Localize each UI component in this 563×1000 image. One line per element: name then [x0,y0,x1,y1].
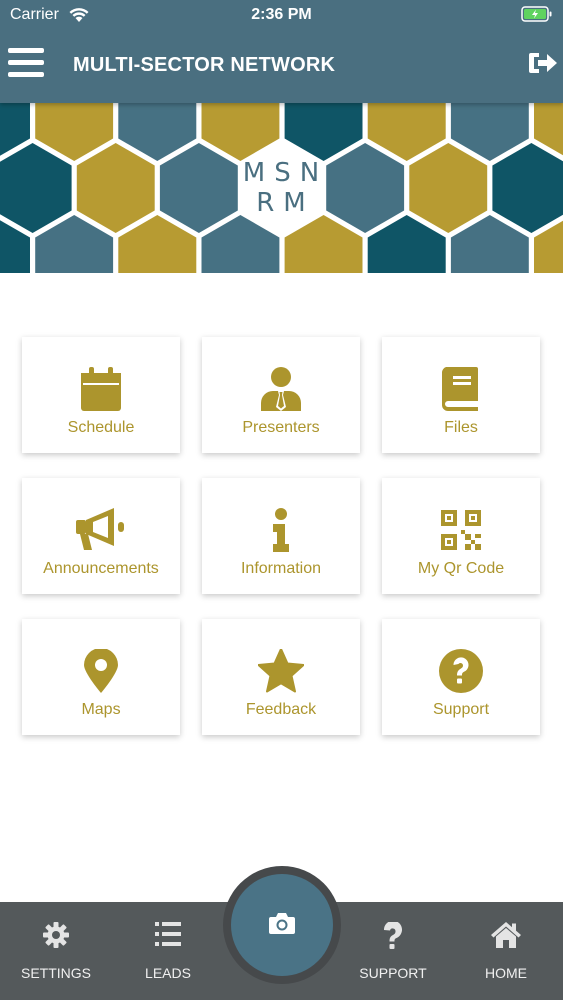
hexagon-banner: MSN RM [0,103,563,273]
tab-label: LEADS [145,965,191,981]
feedback-tile[interactable]: Feedback [202,619,360,735]
map-marker-icon [22,647,180,695]
banner-hexagon [76,143,155,233]
tile-label: Files [444,419,478,436]
list-icon [112,922,224,952]
info-icon [202,506,360,554]
banner-logo: MSN RM [234,158,328,218]
support-tile[interactable]: Support [382,619,540,735]
camera-button[interactable] [231,874,333,976]
app-screen: Carrier 2:36 PM MULTI-SECTOR NETWORK MSN… [0,0,563,1000]
gear-icon [0,922,112,952]
user-tie-icon [202,365,360,413]
camera-icon [269,912,295,939]
qr-code-icon [382,506,540,554]
my-qr-code-tile[interactable]: My Qr Code [382,478,540,594]
banner-hexagon [0,143,72,233]
schedule-tile[interactable]: Schedule [22,337,180,453]
calendar-icon [22,365,180,413]
star-icon [202,647,360,695]
tile-label: Support [432,701,490,718]
banner-hexagon [409,143,488,233]
question-circle-icon [382,647,540,695]
hamburger-menu-icon[interactable] [8,48,44,78]
tile-label: Maps [81,701,121,718]
page-title: MULTI-SECTOR NETWORK [73,54,336,76]
tile-label: Schedule [67,419,135,436]
book-icon [382,365,540,413]
megaphone-icon [22,506,180,554]
question-icon [337,922,449,952]
banner-hexagon [159,143,238,233]
announcements-tile[interactable]: Announcements [22,478,180,594]
sign-out-icon[interactable] [529,50,559,80]
logo-line-2: RM [256,188,315,218]
clock: 2:36 PM [251,6,312,23]
information-tile[interactable]: Information [202,478,360,594]
status-bar: Carrier 2:36 PM [0,0,563,30]
tile-label: Feedback [245,701,317,718]
tab-label: HOME [485,965,527,981]
tab-leads[interactable]: LEADS [112,902,224,1000]
app-header: MULTI-SECTOR NETWORK [0,30,563,103]
tab-label: SETTINGS [20,965,91,981]
tab-support[interactable]: SUPPORT [337,902,449,1000]
presenters-tile[interactable]: Presenters [202,337,360,453]
logo-line-1: MSN [242,158,329,188]
tile-label: Information [240,560,322,577]
banner-hexagon [326,143,405,233]
home-icon [450,922,562,952]
tile-label: My Qr Code [417,560,505,577]
tab-settings[interactable]: SETTINGS [0,902,112,1000]
tile-label: Announcements [43,560,159,577]
maps-tile[interactable]: Maps [22,619,180,735]
tab-home[interactable]: HOME [450,902,562,1000]
top-bar: Carrier 2:36 PM MULTI-SECTOR NETWORK [0,0,563,103]
battery-icon [521,5,553,28]
tab-label: SUPPORT [359,965,427,981]
banner-hexagon [492,143,563,233]
tile-label: Presenters [242,419,320,436]
files-tile[interactable]: Files [382,337,540,453]
